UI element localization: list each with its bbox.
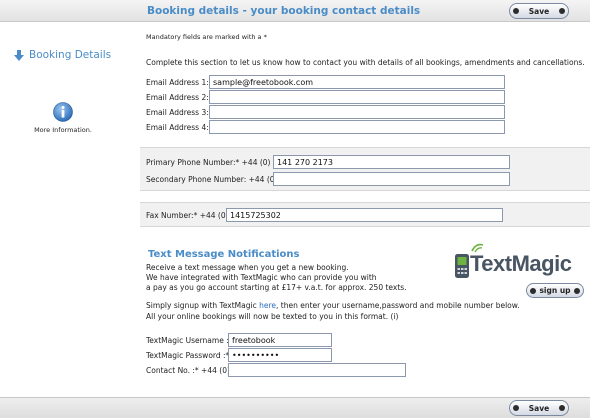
sms-signup-text: Simply signup with TextMagic here, then … — [146, 301, 520, 310]
page-title: Booking details - your booking contact d… — [147, 5, 421, 17]
save-button-top[interactable]: Save — [509, 3, 569, 19]
email-2-label: Email Address 2: — [146, 93, 209, 102]
sms-line-5: All your online bookings will now be tex… — [146, 312, 399, 321]
info-icon[interactable] — [53, 102, 73, 122]
arrow-down-icon — [14, 49, 24, 61]
button-cap-left-icon — [513, 405, 519, 411]
main-content: Mandatory fields are marked with a * Com… — [120, 22, 590, 397]
textmagic-password-label: TextMagic Password :* — [146, 351, 230, 360]
footer-bar: Save — [0, 397, 590, 418]
email-2-field[interactable] — [209, 90, 505, 104]
textmagic-username-field[interactable] — [228, 333, 332, 347]
email-4-label: Email Address 4: — [146, 123, 209, 132]
save-button-bottom[interactable]: Save — [509, 400, 569, 416]
save-button-label: Save — [528, 403, 550, 413]
sidebar-item-label: Booking Details — [29, 49, 112, 61]
phone-panel: Primary Phone Number:* +44 (0) Secondary… — [140, 147, 590, 191]
email-3-field[interactable] — [209, 105, 505, 119]
secondary-phone-label: Secondary Phone Number: +44 (0) — [146, 175, 278, 184]
sms-line-2: We have integrated with TextMagic who ca… — [146, 273, 377, 282]
secondary-phone-field[interactable] — [273, 172, 510, 186]
sms-section-title: Text Message Notifications — [148, 249, 300, 260]
fax-panel: Fax Number:* +44 (0) — [140, 202, 590, 227]
mandatory-note: Mandatory fields are marked with a * — [146, 33, 267, 41]
sms-line-3: a pay as you go account starting at £17+… — [146, 283, 407, 292]
textmagic-logo-text: TextMagic — [470, 251, 572, 276]
header-bar: Booking details - your booking contact d… — [0, 0, 590, 22]
signup-here-link[interactable]: here — [259, 301, 276, 310]
contact-number-label: Contact No. :* +44 (0) — [146, 366, 230, 375]
textmagic-username-label: TextMagic Username :* — [146, 336, 233, 345]
button-cap-left-icon — [513, 8, 519, 14]
email-panel: Mandatory fields are marked with a * Com… — [140, 22, 590, 144]
button-cap-right-icon — [574, 288, 580, 294]
sidebar-item-booking-details[interactable]: Booking Details — [14, 49, 111, 61]
textmagic-signup-button[interactable]: sign up — [526, 283, 584, 298]
button-cap-left-icon — [530, 288, 536, 294]
more-information-link[interactable]: More Information. — [0, 126, 126, 134]
email-1-label: Email Address 1:* — [146, 78, 213, 87]
fax-field[interactable] — [226, 208, 503, 222]
email-3-label: Email Address 3: — [146, 108, 209, 117]
button-cap-right-icon — [559, 405, 565, 411]
button-cap-right-icon — [559, 8, 565, 14]
primary-phone-field[interactable] — [273, 155, 510, 169]
sidebar: Booking Details More Information. — [0, 22, 120, 397]
save-button-label: Save — [528, 6, 550, 16]
textmagic-logo: TextMagic — [450, 241, 585, 283]
primary-phone-label: Primary Phone Number:* +44 (0) — [146, 158, 271, 167]
signup-prefix: Simply signup with TextMagic — [146, 301, 260, 310]
email-4-field[interactable] — [209, 120, 505, 134]
intro-description: Complete this section to let us know how… — [146, 58, 585, 67]
signup-button-label: sign up — [539, 286, 571, 295]
email-1-field[interactable] — [209, 75, 505, 89]
sms-line-1: Receive a text message when you get a ne… — [146, 263, 349, 272]
signup-suffix: , then enter your username,password and … — [276, 301, 520, 310]
fax-label: Fax Number:* +44 (0) — [146, 211, 229, 220]
contact-number-field[interactable] — [228, 363, 406, 377]
textmagic-password-field[interactable] — [228, 348, 332, 362]
